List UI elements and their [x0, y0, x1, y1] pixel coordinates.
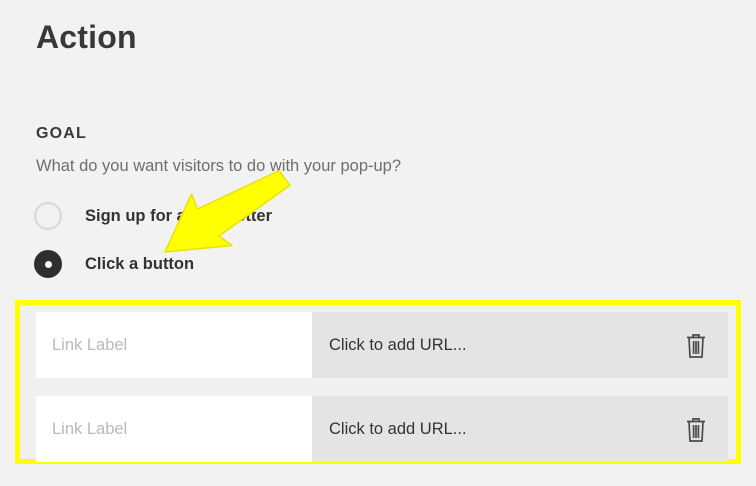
link-row: Click to add URL...: [36, 396, 728, 462]
url-placeholder-text: Click to add URL...: [329, 419, 467, 438]
link-label-input[interactable]: [36, 312, 312, 378]
link-label-input[interactable]: [36, 396, 312, 462]
radio-button-checked[interactable]: [34, 250, 62, 278]
page-title: Action: [36, 19, 137, 55]
link-row: Click to add URL...: [36, 312, 728, 378]
url-field[interactable]: Click to add URL...: [312, 312, 728, 378]
radio-option-click-button[interactable]: Click a button: [34, 246, 194, 282]
radio-label-click-button: Click a button: [85, 254, 195, 273]
trash-icon[interactable]: [684, 333, 708, 359]
url-placeholder-text: Click to add URL...: [329, 335, 467, 354]
goal-description: What do you want visitors to do with you…: [36, 157, 402, 175]
url-field[interactable]: Click to add URL...: [312, 396, 728, 462]
trash-icon[interactable]: [684, 417, 708, 443]
radio-label-newsletter: Sign up for a newsletter: [85, 206, 273, 225]
radio-dot: [44, 260, 52, 268]
radio-button-unchecked[interactable]: [34, 202, 62, 230]
radio-option-newsletter[interactable]: Sign up for a newsletter: [34, 198, 272, 234]
goal-heading: GOAL: [36, 125, 88, 142]
